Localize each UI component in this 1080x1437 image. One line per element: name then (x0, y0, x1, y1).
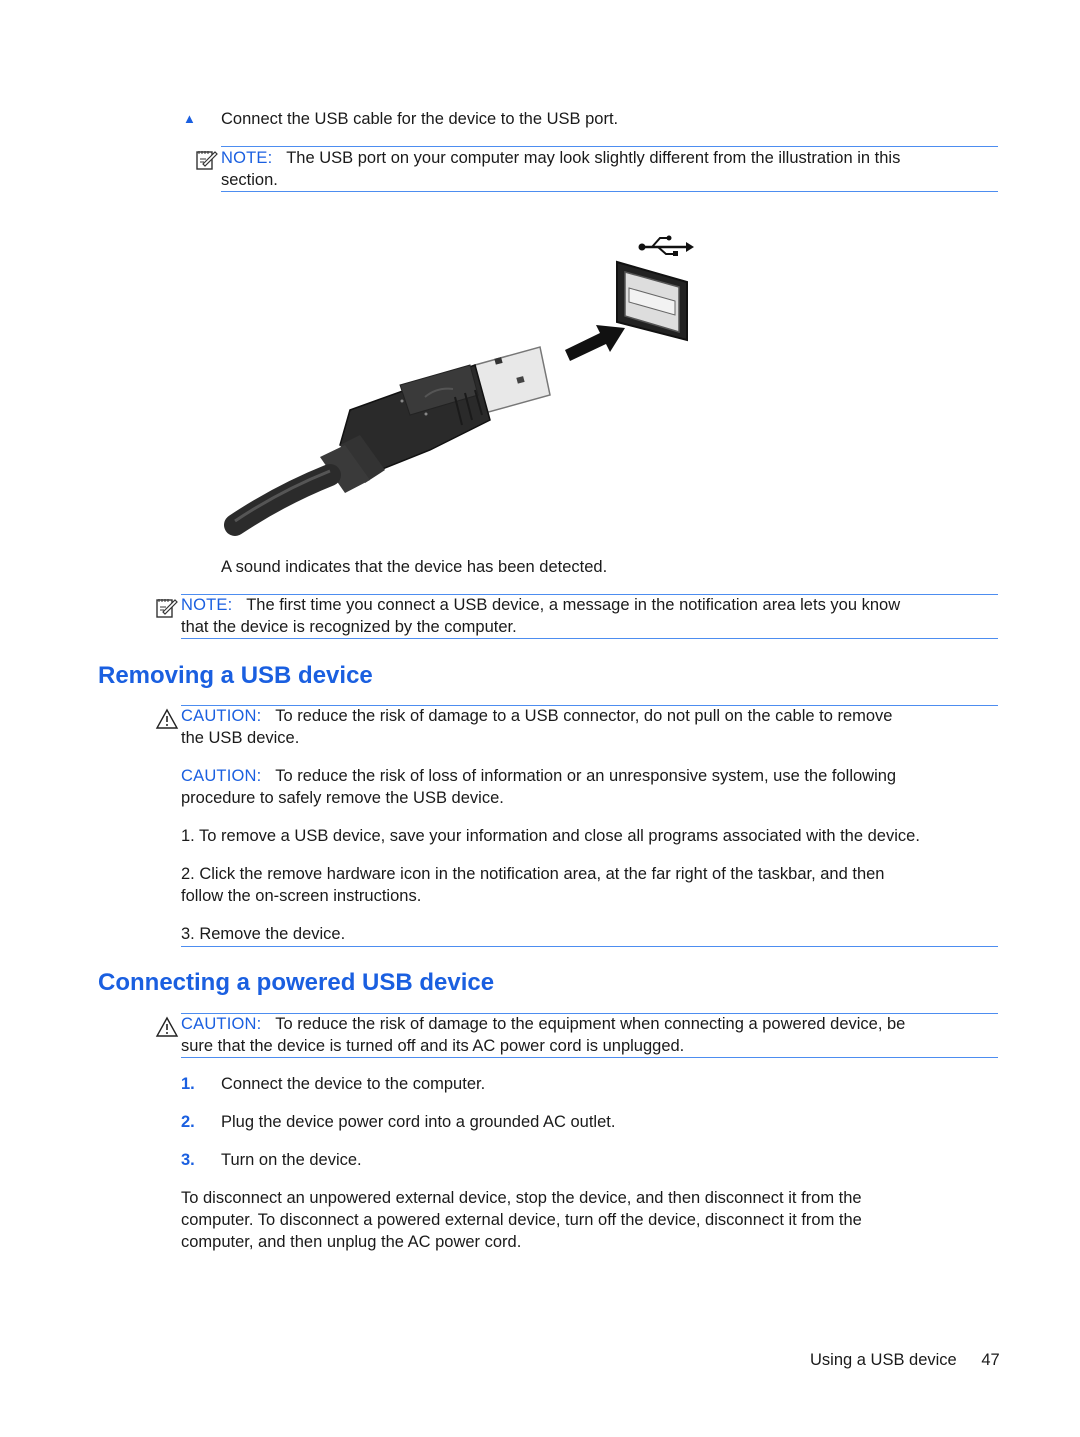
note2-text: NOTE: The first time you connect a USB d… (181, 594, 1001, 638)
caution-body: To reduce the risk of damage to the equi… (275, 1015, 906, 1033)
note-body: The USB port on your computer may look s… (286, 149, 901, 167)
note-body-cont: section. (221, 171, 278, 189)
caution-body: To reduce the risk of loss of informatio… (275, 767, 897, 785)
step-text: Turn on the device. (221, 1151, 362, 1169)
paragraph-line: computer. To disconnect a powered extern… (181, 1211, 862, 1229)
note1-text: NOTE: The USB port on your computer may … (221, 147, 1001, 191)
caution-body-cont: procedure to safely remove the USB devic… (181, 789, 504, 807)
step-text: Connect the USB cable for the device to … (221, 110, 619, 128)
step-number: 1. (181, 1075, 195, 1093)
caution-body: To reduce the risk of damage to a USB co… (275, 707, 893, 725)
remove-step-3: 3. Remove the device. (181, 923, 345, 945)
step-text: Plug the device power cord into a ground… (221, 1113, 616, 1131)
note-icon (196, 151, 218, 170)
paragraph-line: To disconnect an unpowered external devi… (181, 1189, 862, 1207)
caution1-text: CAUTION: To reduce the risk of damage to… (181, 705, 1001, 749)
note2-bottom-rule (181, 638, 998, 639)
connect-step-3: 3. Turn on the device. (181, 1149, 362, 1171)
connect-step-1: 1. Connect the device to the computer. (181, 1073, 485, 1095)
usb-illustration (224, 235, 694, 536)
insert-arrow-icon (565, 325, 625, 361)
paragraph-line: computer, and then unplug the AC power c… (181, 1233, 522, 1251)
remove-step-2: 2. Click the remove hardware icon in the… (181, 863, 1001, 907)
disconnect-paragraph: To disconnect an unpowered external devi… (181, 1187, 1001, 1253)
warning-icon (155, 708, 179, 729)
page-number: 47 (981, 1351, 1000, 1369)
caution-label: CAUTION: (181, 767, 262, 785)
step-text: 1. To remove a USB device, save your inf… (181, 827, 920, 845)
usb-port (616, 260, 688, 342)
step-text-cont: follow the on-screen instructions. (181, 887, 422, 905)
note1-bottom-rule (221, 191, 998, 192)
usb-plug (224, 346, 551, 536)
caution-label: CAUTION: (181, 707, 262, 725)
step-text: Connect the device to the computer. (221, 1075, 486, 1093)
note-body-cont: that the device is recognized by the com… (181, 618, 517, 636)
step-text: 2. Click the remove hardware icon in the… (181, 865, 885, 883)
caution-body-cont: sure that the device is turned off and i… (181, 1037, 685, 1055)
note-body: The first time you connect a USB device,… (246, 596, 901, 614)
usb-symbol-icon (638, 235, 694, 256)
footer-section-title: Using a USB device (810, 1351, 957, 1369)
detected-text: A sound indicates that the device has be… (221, 558, 608, 576)
step-number: 2. (181, 1113, 195, 1131)
section-title-connecting: Connecting a powered USB device (98, 969, 495, 996)
caution3-text: CAUTION: To reduce the risk of damage to… (181, 1013, 1001, 1057)
warning-icon (155, 1016, 179, 1037)
note-label: NOTE: (181, 596, 233, 614)
note-label: NOTE: (221, 149, 273, 167)
page-footer: Using a USB device 47 (810, 1349, 1000, 1371)
connect-step-2: 2. Plug the device power cord into a grou… (181, 1111, 615, 1133)
caution3-bottom-rule (181, 1057, 998, 1058)
step-number: 3. (181, 1151, 195, 1169)
step-text: 3. Remove the device. (181, 925, 346, 943)
caution-block-bottom-rule (181, 946, 998, 947)
caution-label: CAUTION: (181, 1015, 262, 1033)
caution-body-cont: the USB device. (181, 729, 300, 747)
section-title-removing: Removing a USB device (98, 662, 373, 689)
triangle-bullet-icon: ▲ (183, 111, 196, 126)
remove-step-1: 1. To remove a USB device, save your inf… (181, 825, 920, 847)
caution2-text: CAUTION: To reduce the risk of loss of i… (181, 765, 1001, 809)
note-icon (156, 599, 178, 618)
